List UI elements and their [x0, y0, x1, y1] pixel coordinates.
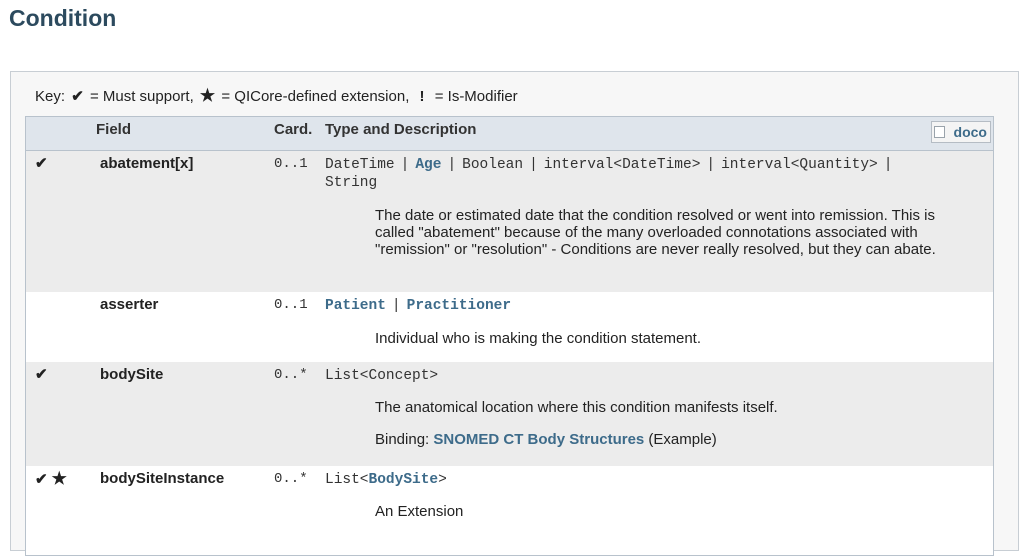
type-open: List<	[325, 472, 369, 488]
type-item: interval<Quantity>	[721, 157, 878, 173]
type-link-patient[interactable]: Patient	[325, 298, 386, 314]
field-description: Individual who is making the condition s…	[375, 330, 702, 347]
condition-table-panel: Key: ✔ = Must support, ★ = QICore-define…	[10, 71, 1019, 556]
table-row: ✔ bodySite 0..* List<Concept> The anatom…	[26, 362, 993, 466]
field-description: The date or estimated date that the cond…	[375, 207, 936, 258]
binding-link[interactable]: SNOMED CT Body Structures	[433, 431, 644, 448]
page-title: Condition	[9, 5, 117, 31]
type-item: interval<DateTime>	[543, 157, 701, 173]
table-row: asserter 0..1 Patient | Practitioner Indiv…	[26, 292, 993, 362]
table-header: Field Card. Type and Description doco	[26, 117, 993, 151]
extension-star-icon: ★	[199, 86, 216, 105]
type-list: List<Concept>	[325, 367, 945, 385]
field-name: bodySite	[100, 366, 164, 383]
type-item: List<Concept>	[325, 368, 439, 384]
must-support-icon: ✔	[35, 366, 48, 383]
doco-link[interactable]: doco	[931, 121, 991, 143]
must-support-icon: ✔	[35, 155, 48, 172]
type-link-practitioner[interactable]: Practitioner	[407, 298, 511, 314]
cardinality: 0..1	[274, 297, 308, 313]
elements-table: Field Card. Type and Description doco ✔ …	[25, 116, 994, 556]
type-list: Patient | Practitioner	[325, 298, 512, 314]
legend-key: Key: ✔ = Must support, ★ = QICore-define…	[35, 86, 518, 106]
extension-star-icon: ★	[51, 469, 67, 488]
field-description: The anatomical location where this condi…	[375, 399, 778, 416]
row-flags: ✔ ★	[35, 469, 67, 489]
field-name: asserter	[100, 296, 159, 313]
field-description: An Extension	[375, 503, 464, 520]
broken-image-icon	[934, 126, 945, 138]
doco-alt-text: doco	[953, 124, 987, 140]
must-support-icon: ✔	[35, 471, 48, 488]
modifier-text: = Is-Modifier	[434, 88, 518, 105]
cardinality: 0..1	[274, 156, 308, 172]
type-list: DateTime | Age | Boolean | interval<DateTime> |…	[325, 157, 893, 191]
type-link-bodysite[interactable]: BodySite	[369, 472, 439, 488]
field-name: bodySiteInstance	[100, 470, 225, 487]
type-link-age[interactable]: Age	[415, 157, 441, 173]
type-close: >	[438, 472, 447, 488]
table-row: ✔ abatement[x] 0..1 DateTime | Age | Boolean…	[26, 151, 993, 292]
binding-label: Binding:	[375, 431, 430, 448]
cardinality: 0..*	[274, 471, 308, 487]
header-card: Card.	[274, 121, 313, 138]
type-item: Boolean	[462, 157, 524, 173]
binding-strength: (Example)	[648, 431, 717, 448]
must-support-icon: ✔	[71, 88, 84, 105]
header-field: Field	[96, 121, 132, 138]
type-list: List<BodySite>	[325, 471, 945, 489]
type-item: String	[325, 175, 378, 191]
type-item: DateTime	[325, 157, 395, 173]
must-support-text: = Must support,	[89, 88, 194, 105]
modifier-icon: !	[419, 88, 425, 105]
binding-info: Binding: SNOMED CT Body Structures (Exam…	[375, 431, 717, 448]
key-label: Key:	[35, 88, 66, 105]
table-row: ✔ ★ bodySiteInstance 0..* List<BodySite> …	[26, 466, 993, 556]
field-name: abatement[x]	[100, 155, 194, 172]
extension-text: = QICore-defined extension,	[221, 88, 410, 105]
header-type: Type and Description	[325, 121, 477, 138]
cardinality: 0..*	[274, 367, 308, 383]
